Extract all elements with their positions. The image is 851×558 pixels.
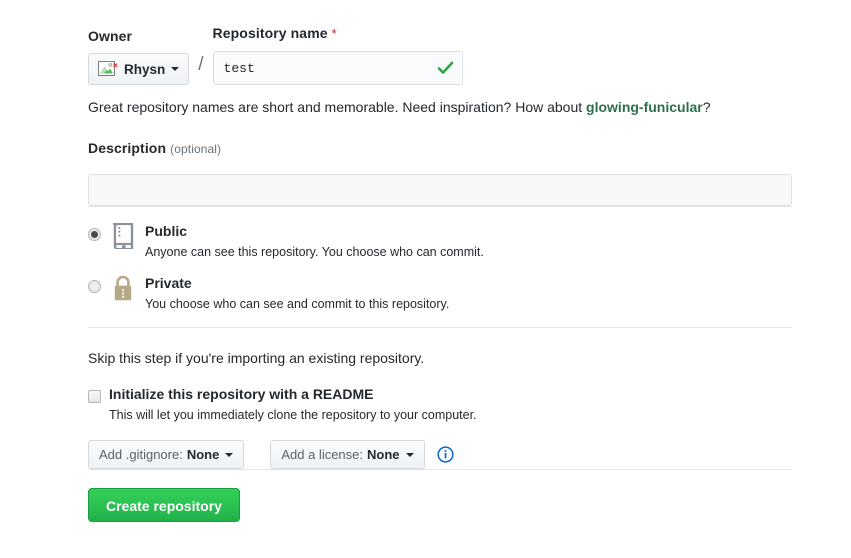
create-repository-button[interactable]: Create repository [88,488,240,522]
lock-icon [114,275,132,301]
required-marker: * [331,26,337,41]
private-radio[interactable] [88,280,101,293]
description-label: Description (optional) [88,139,792,158]
initialize-section: Skip this step if you're importing an ex… [88,348,792,469]
repository-name-label: Repository name * [213,24,463,43]
repo-icon [112,223,134,249]
gitignore-dropdown-button[interactable]: Add .gitignore: None [88,440,245,469]
visibility-option-public[interactable]: Public Anyone can see this repository. Y… [88,223,792,261]
public-radio[interactable] [88,228,101,241]
readme-label: Initialize this repository with a README [109,386,374,402]
owner-name-separator: / [198,54,204,75]
description-label-text: Description [88,140,167,156]
divider-before-submit [88,469,792,470]
chevron-down-icon [225,452,234,457]
chevron-down-icon [171,67,180,71]
suggested-name-link[interactable]: glowing-funicular [586,99,703,115]
visibility-option-private[interactable]: Private You choose who can see and commi… [88,275,792,313]
owner-name: Rhysn [124,61,166,77]
info-icon[interactable] [436,446,454,463]
public-option-text: Public Anyone can see this repository. Y… [145,223,484,261]
public-description: Anyone can see this repository. You choo… [145,245,484,259]
repository-name-input[interactable] [212,51,463,85]
create-repository-page: Owner Rhysn / Repository name * test Gre… [0,0,851,558]
initialize-readme-row[interactable]: Initialize this repository with a README [88,386,792,403]
submit-section: Create repository [88,488,792,522]
repository-name-input-wrapper [212,51,463,85]
hint-text-before: Great repository names are short and mem… [88,99,587,115]
chevron-down-icon [405,452,414,457]
hint-text-after: ? [702,99,711,115]
license-dropdown-button[interactable]: Add a license: None [270,440,425,469]
private-option-text: Private You choose who can see and commi… [145,275,449,313]
public-title: Public [145,223,188,239]
repository-name-label-text: Repository name [212,25,328,41]
description-input[interactable] [88,174,792,206]
description-optional-text: (optional) [170,142,222,156]
owner-field: Owner Rhysn [88,27,190,85]
readme-checkbox[interactable] [88,390,101,403]
private-description: You choose who can see and commit to thi… [145,297,450,311]
template-dropdowns-row: Add .gitignore: None Add a license: None [88,440,792,469]
divider-after-description [88,206,792,207]
gitignore-value: None [186,447,220,462]
skip-import-text: Skip this step if you're importing an ex… [88,350,425,366]
owner-dropdown-button[interactable]: Rhysn [88,53,190,85]
visibility-options: Public Anyone can see this repository. Y… [88,223,792,313]
owner-label: Owner [88,28,133,44]
divider-after-visibility [88,327,792,328]
broken-image-icon [98,61,118,76]
repository-name-hint: Great repository names are short and mem… [88,97,792,117]
create-repository-form: Owner Rhysn / Repository name * test Gre… [88,24,792,522]
readme-description: This will let you immediately clone the … [109,408,477,422]
owner-and-name-row: Owner Rhysn / Repository name * test [88,24,792,85]
license-prefix: Add a license: [281,447,364,462]
license-value: None [367,447,400,462]
gitignore-prefix: Add .gitignore: [99,447,183,462]
description-field: Description (optional) [88,139,792,206]
private-title: Private [145,275,192,291]
repository-name-field: Repository name * [212,24,463,85]
